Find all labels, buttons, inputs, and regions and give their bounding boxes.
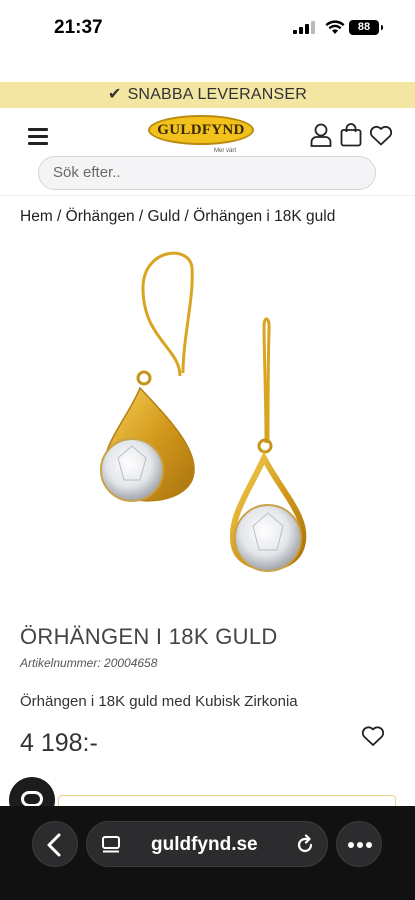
add-to-wishlist-heart-icon[interactable]	[361, 725, 385, 747]
site-header: GULDFYND Mer värt Sök efter..	[0, 108, 415, 196]
chevron-left-icon	[47, 833, 61, 857]
ellipsis-icon	[348, 842, 372, 848]
search-input[interactable]: Sök efter..	[38, 156, 376, 190]
battery-indicator: 88	[349, 20, 383, 35]
product-price: 4 198:-	[20, 729, 98, 757]
logo-text: GULDFYND	[157, 122, 245, 138]
breadcrumb[interactable]: Hem / Örhängen / Guld / Örhängen i 18K g…	[20, 208, 335, 226]
browser-toolbar: guldfynd.se	[0, 806, 415, 900]
more-options-button[interactable]	[336, 821, 382, 867]
logo-tagline: Mer värt	[214, 148, 237, 154]
address-bar[interactable]: guldfynd.se	[86, 821, 328, 867]
back-button[interactable]	[32, 821, 78, 867]
wifi-icon	[325, 20, 345, 34]
url-text: guldfynd.se	[151, 834, 258, 855]
account-icon[interactable]	[310, 123, 332, 147]
product-image[interactable]	[88, 248, 328, 588]
product-description: Örhängen i 18K guld med Kubisk Zirkonia	[20, 693, 298, 710]
wishlist-heart-icon[interactable]	[369, 125, 393, 146]
hamburger-menu-icon[interactable]	[28, 128, 48, 145]
guldfynd-logo[interactable]: GULDFYND	[148, 115, 254, 145]
article-number: Artikelnummer: 20004658	[20, 656, 158, 670]
cellular-signal-icon	[293, 21, 315, 34]
promo-banner: ✔ SNABBA LEVERANSER	[0, 82, 415, 108]
status-time: 21:37	[54, 17, 103, 38]
status-bar: 21:37 88	[0, 0, 415, 56]
product-title: ÖRHÄNGEN I 18K GULD	[20, 624, 278, 649]
shopping-bag-icon[interactable]	[340, 123, 362, 147]
promo-text: SNABBA LEVERANSER	[127, 86, 308, 103]
tab-overview-icon	[102, 836, 120, 853]
reload-icon[interactable]	[294, 834, 316, 856]
chat-icon	[21, 791, 43, 807]
checkmark-icon: ✔	[107, 86, 122, 103]
